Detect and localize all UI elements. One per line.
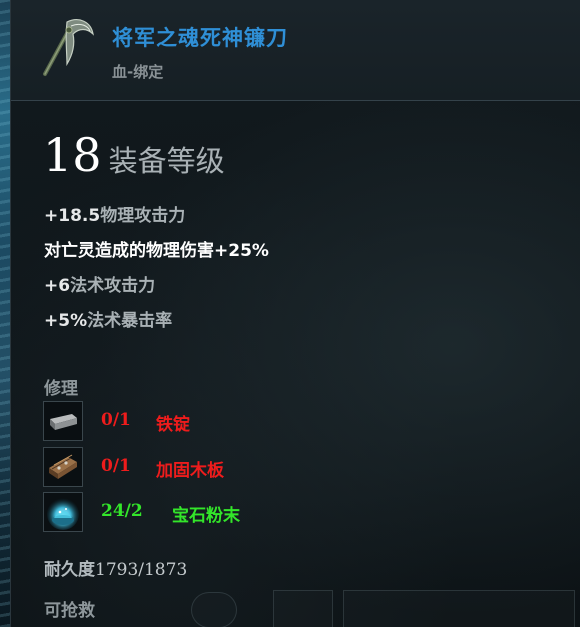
repair-material-row: 0/1 铁锭 (43, 401, 443, 441)
repair-material-row: 0/1 加固木板 (43, 447, 443, 487)
game-world-background (0, 0, 10, 627)
material-name: 加固木板 (156, 461, 224, 481)
durability-row: 耐久度1793/1873 (44, 555, 187, 580)
item-level-label: 装备等级 (108, 144, 225, 178)
background-hud-slot (273, 590, 333, 627)
material-count: 0/1 (101, 410, 131, 430)
stat-value: +6 (44, 276, 71, 296)
stat-label: 对亡灵造成的物理伤害+25% (44, 241, 269, 261)
material-count: 0/1 (101, 456, 131, 476)
stat-line: +18.5物理攻击力 (44, 201, 185, 226)
tooltip-frame: 将军之魂死神镰刀 血-绑定 18 装备等级 +18.5物理攻击力 对亡灵造成的物… (0, 0, 580, 627)
stat-line: 对亡灵造成的物理伤害+25% (44, 236, 269, 261)
item-name: 将军之魂死神镰刀 (112, 26, 288, 50)
stat-label: 法术暴击率 (87, 311, 173, 331)
item-level-row: 18 装备等级 (43, 128, 225, 184)
stat-value: +5% (44, 311, 88, 331)
stat-line: +5%法术暴击率 (44, 306, 172, 331)
background-hud-slot (343, 590, 575, 627)
durability-value: 1793/1873 (95, 560, 188, 580)
item-level-value: 18 (43, 128, 102, 182)
durability-label: 耐久度 (44, 560, 95, 580)
material-count: 24/2 (101, 501, 143, 521)
iron-ingot-icon (43, 401, 83, 441)
tooltip-header: 将军之魂死神镰刀 血-绑定 (11, 0, 580, 101)
stat-label: 物理攻击力 (100, 206, 186, 226)
salvage-label: 可抢救 (44, 601, 95, 621)
stat-line: +6法术攻击力 (44, 271, 155, 296)
repair-material-row: 24/2 宝石粉末 (43, 492, 443, 532)
item-tooltip: 将军之魂死神镰刀 血-绑定 18 装备等级 +18.5物理攻击力 对亡灵造成的物… (10, 0, 580, 627)
material-name: 铁锭 (156, 415, 190, 435)
background-hud-slot (191, 592, 237, 627)
repair-section-title: 修理 (44, 379, 78, 399)
stat-value: +18.5 (44, 206, 101, 226)
stat-label: 法术攻击力 (70, 276, 156, 296)
item-binding-type: 血-绑定 (112, 63, 164, 81)
gem-powder-icon (43, 492, 83, 532)
material-name: 宝石粉末 (172, 506, 240, 526)
scythe-icon (31, 12, 97, 78)
wood-plank-icon (43, 447, 83, 487)
